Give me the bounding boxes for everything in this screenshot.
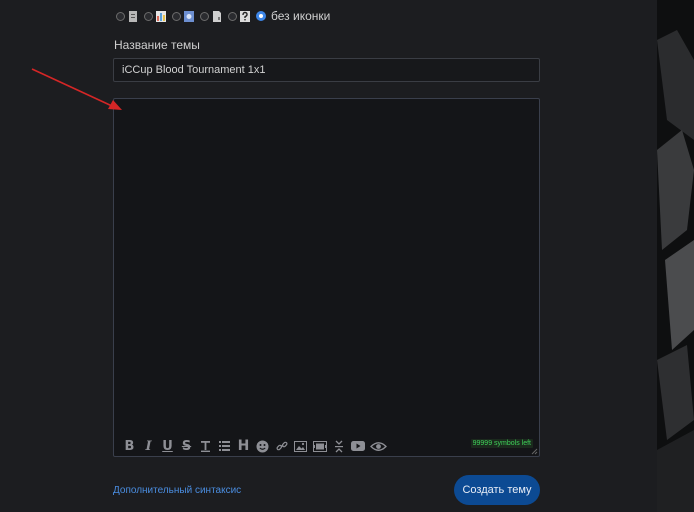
background-artwork [657,0,694,512]
icon-option-page[interactable] [200,10,222,22]
emoji-button[interactable] [253,437,272,455]
text-t-icon [201,440,210,452]
icon-option-question[interactable] [228,10,250,22]
text-t-button[interactable] [196,437,215,455]
preview-button[interactable] [367,437,389,455]
message-editor: B I U S H 99999 symbols left [113,98,540,457]
icon-radio[interactable] [172,11,181,21]
editor-toolbar: B I U S H [120,437,389,455]
link-icon [275,441,288,451]
eye-icon [369,441,387,451]
heading-button[interactable]: H [234,437,253,455]
icon-radio[interactable] [116,11,125,21]
list-icon [219,441,230,451]
topic-title-label: Название темы [114,38,200,52]
message-textarea[interactable] [114,99,539,429]
extra-syntax-link[interactable]: Дополнительный синтаксис [113,485,241,496]
icon-radio[interactable] [200,11,209,21]
no-icon-label: без иконки [271,9,331,23]
page-icon [213,10,221,22]
collapse-icon [334,440,343,452]
document-icon [129,10,137,22]
icon-radio[interactable] [228,11,237,21]
strikethrough-button[interactable]: S [177,437,196,455]
icon-radio[interactable] [144,11,153,21]
topic-icon-selector: без иконки [116,8,336,24]
topic-title-input[interactable] [113,58,540,82]
image-button[interactable] [291,437,310,455]
gallery-button[interactable] [310,437,329,455]
smiley-icon [256,440,269,452]
italic-button[interactable]: I [139,437,158,455]
film-icon [184,10,194,22]
bold-button[interactable]: B [120,437,139,455]
icon-option-film[interactable] [172,10,194,22]
image-icon [294,440,307,452]
gallery-icon [312,440,327,452]
create-topic-button[interactable]: Создать тему [454,475,540,505]
icon-option-none[interactable]: без иконки [256,9,330,23]
char-counter: 99999 symbols left [470,439,533,448]
list-button[interactable] [215,437,234,455]
icon-radio-selected[interactable] [256,11,266,21]
icon-option-doc[interactable] [116,10,138,22]
youtube-icon [350,441,365,451]
resize-handle-icon[interactable] [531,448,538,455]
link-button[interactable] [272,437,291,455]
question-icon [240,10,250,22]
icon-option-chart[interactable] [144,10,166,22]
underline-button[interactable]: U [158,437,177,455]
youtube-button[interactable] [348,437,367,455]
collapse-button[interactable] [329,437,348,455]
chart-icon [156,10,166,22]
